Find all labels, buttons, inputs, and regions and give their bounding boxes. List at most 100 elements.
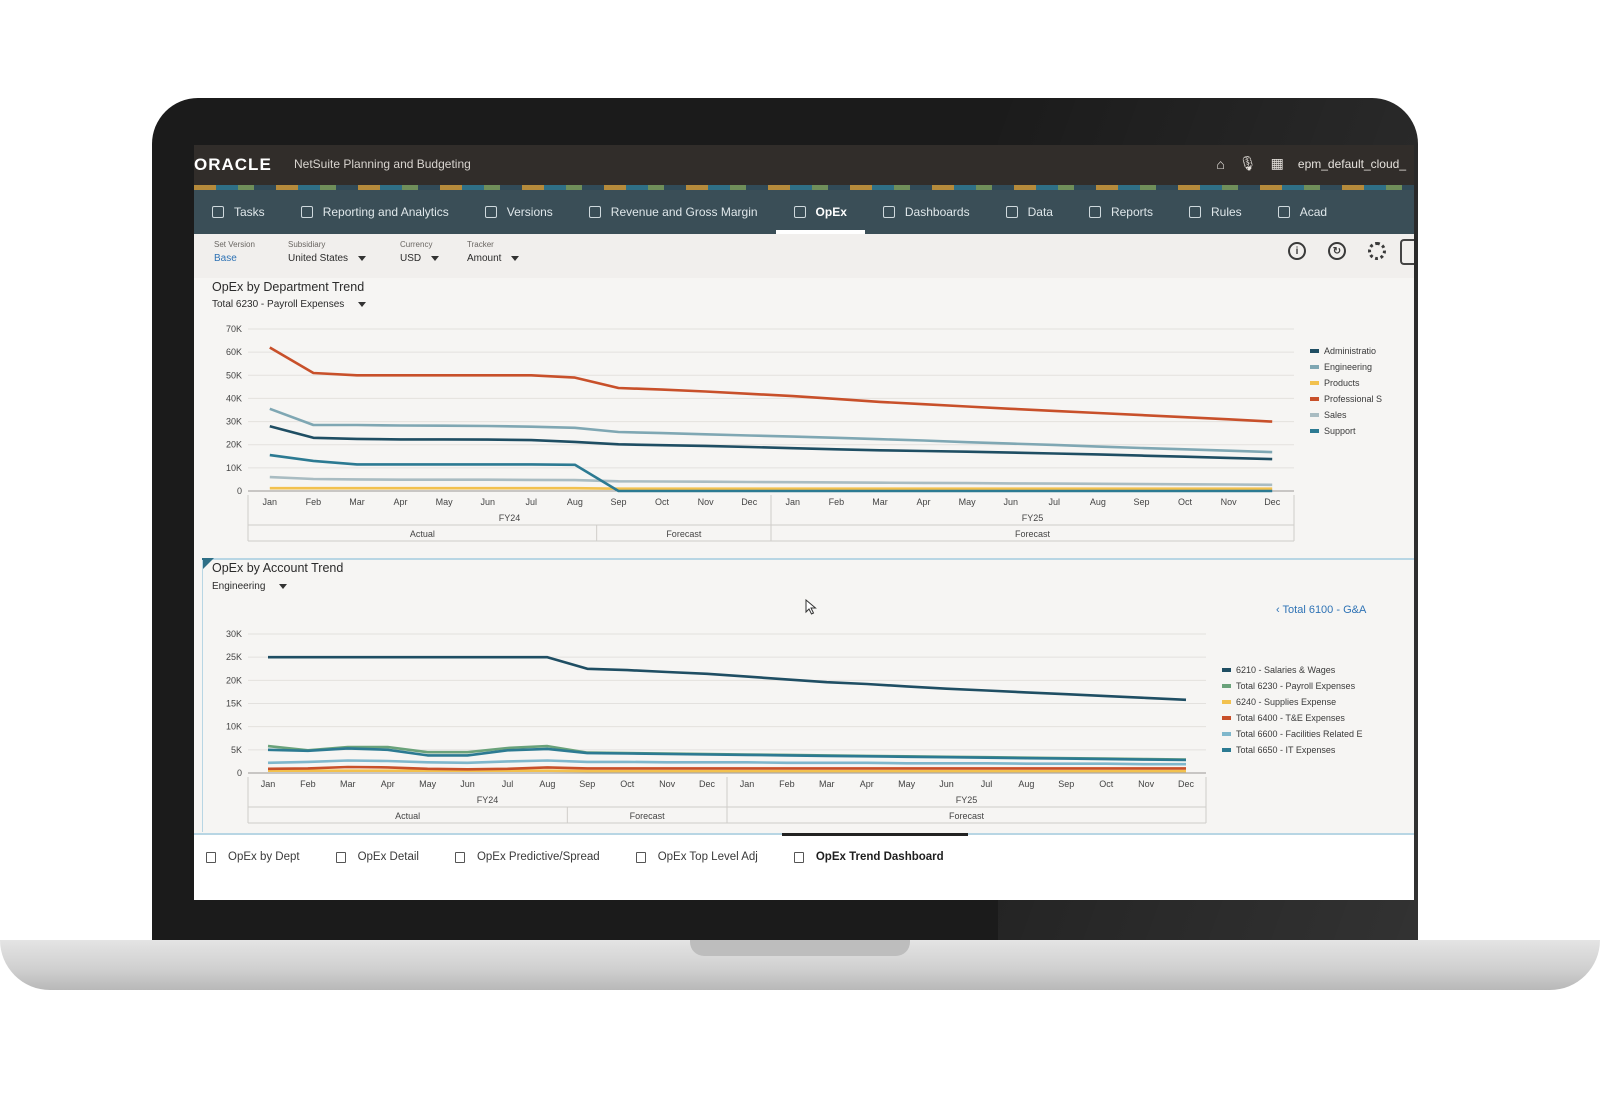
y-tick-label: 5K (231, 745, 242, 755)
nav-item-data[interactable]: Data (988, 190, 1071, 234)
y-tick-label: 40K (226, 393, 242, 403)
form-icon (335, 851, 346, 863)
y-tick-label: 60K (226, 347, 242, 357)
tab-opex-trend-dashboard[interactable]: OpEx Trend Dashboard (781, 833, 968, 879)
scenario-group-label: Actual (410, 529, 435, 539)
chevron-down-icon[interactable] (431, 256, 440, 261)
x-tick-label: Aug (539, 779, 555, 789)
legend-entry[interactable]: Support (1324, 426, 1356, 436)
legend-entry[interactable]: Total 6400 - T&E Expenses (1236, 713, 1345, 723)
x-tick-label: Dec (1178, 779, 1195, 789)
top-bar-icons: ⌂ 🎙 ▦ epm_default_cloud_ (1216, 155, 1406, 172)
year-group-label: FY25 (1022, 513, 1044, 523)
x-tick-label: Apr (381, 779, 395, 789)
x-tick-label: Aug (1090, 497, 1106, 507)
tab-opex-detail[interactable]: OpEx Detail (324, 835, 443, 879)
nav-item-rules[interactable]: Rules (1171, 190, 1260, 234)
series-line-3[interactable] (269, 346, 1273, 423)
nav-item-revenue-and-gross-margin[interactable]: Revenue and Gross Margin (571, 190, 776, 234)
chart2-selector[interactable]: Engineering (212, 581, 288, 592)
series-line-3[interactable] (267, 765, 1186, 771)
currency-filter[interactable]: Currency USD (400, 240, 440, 264)
settings-icon[interactable] (1368, 242, 1386, 260)
tab-opex-predictive-spread[interactable]: OpEx Predictive/Spread (443, 835, 624, 879)
series-line-4[interactable] (269, 475, 1273, 487)
legend-entry[interactable]: Professional S (1324, 394, 1382, 404)
tab-opex-by-dept[interactable]: OpEx by Dept (194, 835, 324, 879)
filter-bar: Set Version Base Subsidiary United State… (194, 234, 1414, 278)
chart1-selector[interactable]: Total 6230 - Payroll Expenses (212, 299, 367, 310)
refresh-icon[interactable]: ↻ (1328, 242, 1346, 260)
series-line-0[interactable] (268, 655, 1187, 702)
dashboard-icon (793, 851, 804, 863)
x-tick-label: May (959, 497, 977, 507)
x-tick-label: Jul (1049, 497, 1061, 507)
series-line-0[interactable] (269, 424, 1273, 461)
scenario-group-label: Actual (395, 811, 420, 821)
y-tick-label: 10K (226, 463, 242, 473)
nav-item-reports[interactable]: Reports (1071, 190, 1171, 234)
legend-entry[interactable]: Total 6230 - Payroll Expenses (1236, 681, 1356, 691)
chart1-selector-value: Total 6230 - Payroll Expenses (212, 299, 345, 310)
chevron-down-icon[interactable] (358, 302, 367, 307)
year-group-label: FY25 (956, 795, 978, 805)
home-icon[interactable]: ⌂ (1216, 156, 1224, 172)
y-tick-label: 20K (226, 440, 242, 450)
tab-opex-top-level-adj[interactable]: OpEx Top Level Adj (624, 835, 782, 879)
nav-item-versions[interactable]: Versions (467, 190, 571, 234)
nav-item-dashboards[interactable]: Dashboards (865, 190, 988, 234)
nav-item-label: OpEx (815, 205, 847, 219)
set-version-filter[interactable]: Set Version Base (214, 240, 255, 264)
side-panel-toggle[interactable] (1400, 239, 1414, 265)
screen-bottom-strip (194, 877, 1414, 900)
x-tick-label: Jan (263, 497, 278, 507)
tracker-value: Amount (467, 253, 502, 264)
reporting-icon (300, 206, 313, 218)
chevron-down-icon[interactable] (358, 256, 367, 261)
series-line-2[interactable] (269, 486, 1273, 490)
x-tick-label: Oct (620, 779, 635, 789)
y-tick-label: 25K (226, 652, 242, 662)
legend-entry[interactable]: Engineering (1324, 362, 1372, 372)
legend-entry[interactable]: Total 6600 - Facilities Related E (1236, 729, 1363, 739)
toolbar-icons: i ↻ (1288, 242, 1386, 260)
legend-swatch (1222, 748, 1231, 752)
tab-label: OpEx Predictive/Spread (476, 851, 600, 863)
user-menu[interactable]: epm_default_cloud_ (1298, 157, 1406, 171)
legend-entry[interactable]: Total 6650 - IT Expenses (1236, 745, 1336, 755)
legend-entry[interactable]: Products (1324, 378, 1360, 388)
tracker-filter[interactable]: Tracker Amount (467, 240, 520, 264)
x-tick-label: Sep (610, 497, 626, 507)
series-line-4[interactable] (267, 759, 1186, 766)
legend-entry[interactable]: 6240 - Supplies Expense (1236, 697, 1336, 707)
academy-icon (1277, 206, 1290, 218)
legend-swatch (1222, 684, 1231, 688)
series-line-5[interactable] (269, 453, 1273, 493)
set-version-value[interactable]: Base (214, 253, 237, 264)
revenue-icon (588, 206, 601, 218)
microphone-icon[interactable]: 🎙 (1239, 155, 1257, 172)
legend-entry[interactable]: Administratio (1324, 346, 1376, 356)
chevron-down-icon[interactable] (511, 256, 520, 261)
info-icon[interactable]: i (1288, 242, 1306, 260)
grid-icon[interactable]: ▦ (1271, 155, 1284, 172)
x-tick-label: Mar (819, 779, 835, 789)
chevron-down-icon[interactable] (279, 584, 288, 589)
nav-item-opex[interactable]: OpEx (775, 190, 866, 234)
legend-entry[interactable]: 6210 - Salaries & Wages (1236, 665, 1336, 675)
subsidiary-filter[interactable]: Subsidiary United States (288, 240, 367, 264)
legend-swatch (1222, 716, 1231, 720)
legend-swatch (1222, 700, 1231, 704)
opex-by-department-chart: 0 10K 20K 30K 40K 50K 60K 70K Jan Feb Mar Apr May Jun… (226, 324, 1382, 542)
legend-entry[interactable]: Sales (1324, 410, 1347, 420)
app-screen: ORACLE NetSuite Planning and Budgeting ⌂… (194, 145, 1414, 900)
x-tick-label: May (436, 497, 454, 507)
x-tick-label: Jan (261, 779, 276, 789)
nav-item-acad[interactable]: Acad (1260, 190, 1345, 234)
reports-icon (1088, 206, 1101, 218)
x-tick-label: Jun (480, 497, 495, 507)
nav-item-reporting-and-analytics[interactable]: Reporting and Analytics (283, 190, 467, 234)
tab-label: OpEx Top Level Adj (657, 851, 758, 863)
y-tick-label: 0 (237, 486, 242, 496)
nav-item-tasks[interactable]: Tasks (194, 190, 283, 234)
